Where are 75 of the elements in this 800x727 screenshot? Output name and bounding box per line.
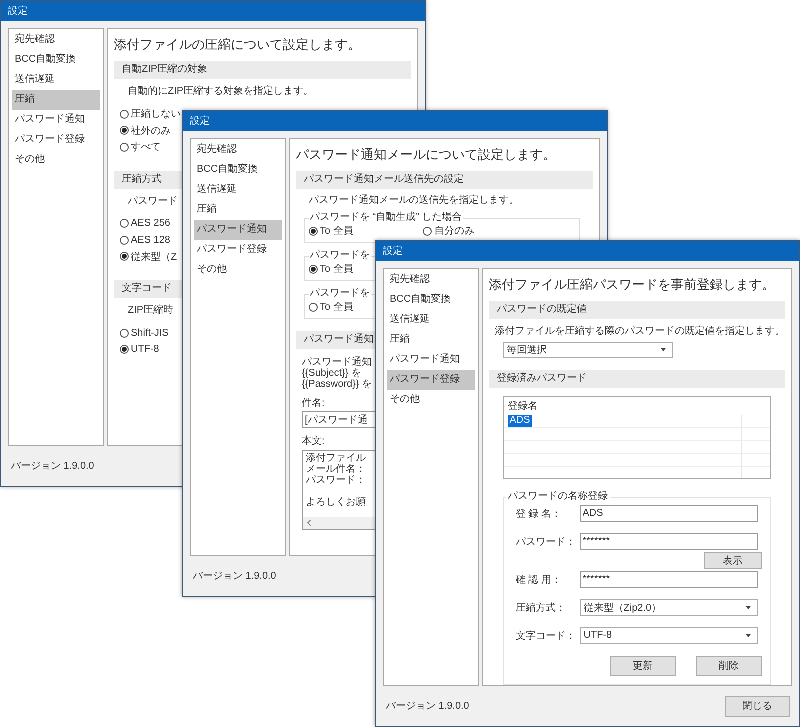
action-button[interactable]: 削除	[696, 656, 762, 676]
sidebar-item[interactable]: パスワード通知	[194, 220, 282, 240]
field-label: 確 認 用：	[516, 574, 562, 586]
group-label: パスワードを “自動生成” した場合	[309, 212, 464, 224]
section-header: 自動ZIP圧縮の対象	[114, 61, 411, 79]
radio-option[interactable]: AES 256	[120, 216, 170, 232]
caret-icon	[660, 348, 666, 352]
description-line: パスワード通知	[302, 357, 372, 368]
sidebar-item[interactable]: 送信遅延	[12, 70, 100, 90]
radio-option[interactable]: To 全員	[309, 224, 354, 238]
field-label: パスワード：	[516, 536, 577, 548]
section-header: パスワード通知メール送信先の設定	[296, 171, 593, 189]
section-header: パスワードの既定値	[488, 301, 785, 319]
sidebar-item[interactable]: 宛先確認	[12, 30, 100, 50]
text-field[interactable]: *******	[580, 533, 758, 550]
sidebar-item[interactable]: 送信遅延	[387, 310, 475, 330]
radio-option[interactable]: UTF-8	[120, 342, 160, 358]
sidebar-item[interactable]: 圧縮	[387, 330, 475, 350]
group-label: パスワードを	[309, 250, 371, 262]
close-button[interactable]: 閉じる	[725, 696, 790, 716]
section-header: 登録済みパスワード	[488, 370, 785, 388]
window-title: 設定	[383, 244, 403, 258]
sidebar-item[interactable]: 宛先確認	[194, 140, 282, 160]
field-label: 文字コード：	[516, 630, 577, 642]
sidebar-item[interactable]: 圧縮	[194, 200, 282, 220]
action-button[interactable]: 更新	[610, 656, 676, 676]
version-label: バージョン 1.9.0.0	[11, 460, 94, 473]
radio-option[interactable]: 自分のみ	[423, 224, 474, 238]
section-description: パスワード	[128, 196, 178, 208]
window-title: 設定	[190, 114, 210, 128]
section-description: 自動的にZIP圧縮する対象を指定します。	[128, 86, 314, 98]
radio-option[interactable]: To 全員	[309, 262, 354, 276]
caret-icon	[746, 634, 751, 638]
version-label: バージョン 1.9.0.0	[193, 570, 276, 583]
page-heading: 添付ファイルの圧縮について設定します。	[114, 36, 362, 54]
dropdown[interactable]: 従来型（Zip2.0）	[580, 599, 758, 616]
field-label: 登 録 名：	[516, 508, 562, 520]
sidebar-item[interactable]: パスワード通知	[387, 350, 475, 370]
body-label: 本文:	[302, 436, 325, 448]
show-button[interactable]: 表示	[704, 552, 762, 569]
sidebar-item[interactable]: その他	[194, 260, 282, 280]
page-heading: 添付ファイル圧縮パスワードを事前登録します。	[488, 276, 776, 294]
radio-option[interactable]: Shift-JIS	[120, 325, 169, 342]
sidebar-item[interactable]: パスワード登録	[194, 240, 282, 260]
dropdown[interactable]: 毎回選択	[502, 342, 673, 358]
sidebar-item[interactable]: パスワード登録	[387, 370, 475, 390]
group-label: パスワードの名称登録	[506, 491, 609, 503]
radio-option[interactable]: AES 128	[120, 232, 170, 248]
radio-option[interactable]: 社外のみ	[120, 122, 171, 139]
dropdown[interactable]: UTF-8	[580, 627, 758, 644]
sidebar-item[interactable]: 圧縮	[12, 90, 100, 110]
window-title: 設定	[8, 4, 28, 18]
sidebar-item[interactable]: パスワード登録	[12, 130, 100, 150]
field-label: 圧縮方式：	[516, 602, 567, 614]
radio-option[interactable]: To 全員	[309, 300, 354, 314]
page-heading: パスワード通知メールについて設定します。	[296, 146, 557, 164]
subject-label: 件名:	[302, 398, 325, 410]
text-field[interactable]: ADS	[580, 505, 758, 522]
sidebar-item[interactable]: その他	[12, 150, 100, 170]
sidebar-item[interactable]: パスワード通知	[12, 110, 100, 130]
section-description: パスワード通知メールの送信先を指定します。	[309, 195, 519, 207]
description-line: {{Password}} を	[302, 379, 372, 390]
caret-icon	[746, 606, 751, 610]
radio-option[interactable]: 圧縮しない	[120, 106, 181, 122]
column-header[interactable]: 登録名	[504, 399, 741, 414]
list-item[interactable]: ADS	[508, 415, 532, 428]
radio-option[interactable]: すべて	[120, 139, 161, 156]
radio-option[interactable]: 従来型（Z	[120, 248, 178, 265]
sidebar-item[interactable]: BCC自動変換	[12, 50, 100, 70]
group-label: パスワードを	[309, 288, 371, 300]
description-line: {{Subject}} を	[302, 368, 362, 379]
section-description: ZIP圧縮時	[128, 305, 174, 317]
sidebar-item[interactable]: その他	[387, 390, 475, 410]
text-field[interactable]: *******	[580, 571, 758, 588]
version-label: バージョン 1.9.0.0	[386, 700, 470, 713]
